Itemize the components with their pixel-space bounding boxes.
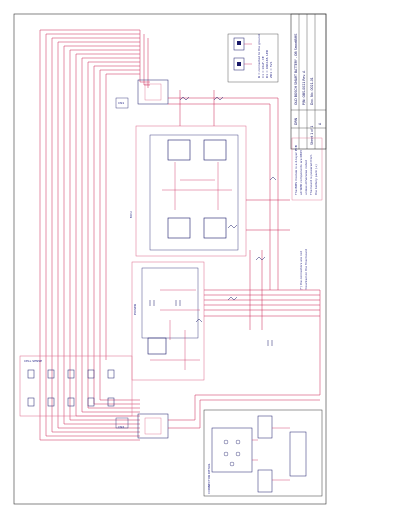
notes-lower: (*) the connectors are not mounted on th… <box>299 249 308 290</box>
power-label: POWER <box>133 304 137 315</box>
rev-label: A <box>318 122 322 125</box>
connector-detail-label: CONNECTOR DETAIL <box>207 463 211 494</box>
sheet-border <box>13 13 327 505</box>
cn1-label: CN1 <box>118 101 124 105</box>
note-low-0: (*) the connectors are not <box>299 250 303 290</box>
connector-detail-block: CONNECTOR DETAIL <box>203 409 323 497</box>
note-top-3: ZD1 = 5V1 <box>269 61 273 78</box>
mcu-label: MCU <box>129 211 133 218</box>
cn2-label: CN2 <box>118 425 124 429</box>
power-block: POWER <box>131 261 205 381</box>
connector-cn2: CN2 <box>115 413 169 439</box>
notes-box-top: R = connected to the ground C1 = 10uF, C… <box>227 33 279 83</box>
part-number: P/N: OBS-0021 Rev. A <box>302 70 306 105</box>
sheet-number: Sheet 1 of 1 <box>310 126 314 145</box>
title-block: OLD BOSCH SMART BATTERY - OB SmartBMS P/… <box>290 13 327 150</box>
note-mid-2: unless otherwise noted <box>304 160 308 195</box>
schematic-sheet: OLD BOSCH SMART BATTERY - OB SmartBMS P/… <box>13 13 327 505</box>
note-mid-3: The board is powered from <box>309 155 313 196</box>
note-mid-4: the battery pack (+) <box>314 164 318 195</box>
connector-cn1: CN1 <box>115 79 169 109</box>
doc-number: Doc. No. 0021-01 <box>310 77 314 105</box>
interconnect-bus <box>168 90 321 429</box>
title-text: OLD BOSCH SMART BATTERY - OB SmartBMS <box>294 34 298 105</box>
cell-sense-label: CELL SENSE <box>24 359 42 363</box>
note-mid-1: all SMD components are 0805 <box>299 150 303 195</box>
drawn-label: DRN <box>294 117 298 125</box>
component-marks <box>149 96 277 346</box>
note-mid-0: The BMS module is a 2-layer PCB <box>294 145 298 196</box>
mcu-block: MCU <box>129 125 247 257</box>
note-low-1: mounted on the final board <box>304 249 308 290</box>
